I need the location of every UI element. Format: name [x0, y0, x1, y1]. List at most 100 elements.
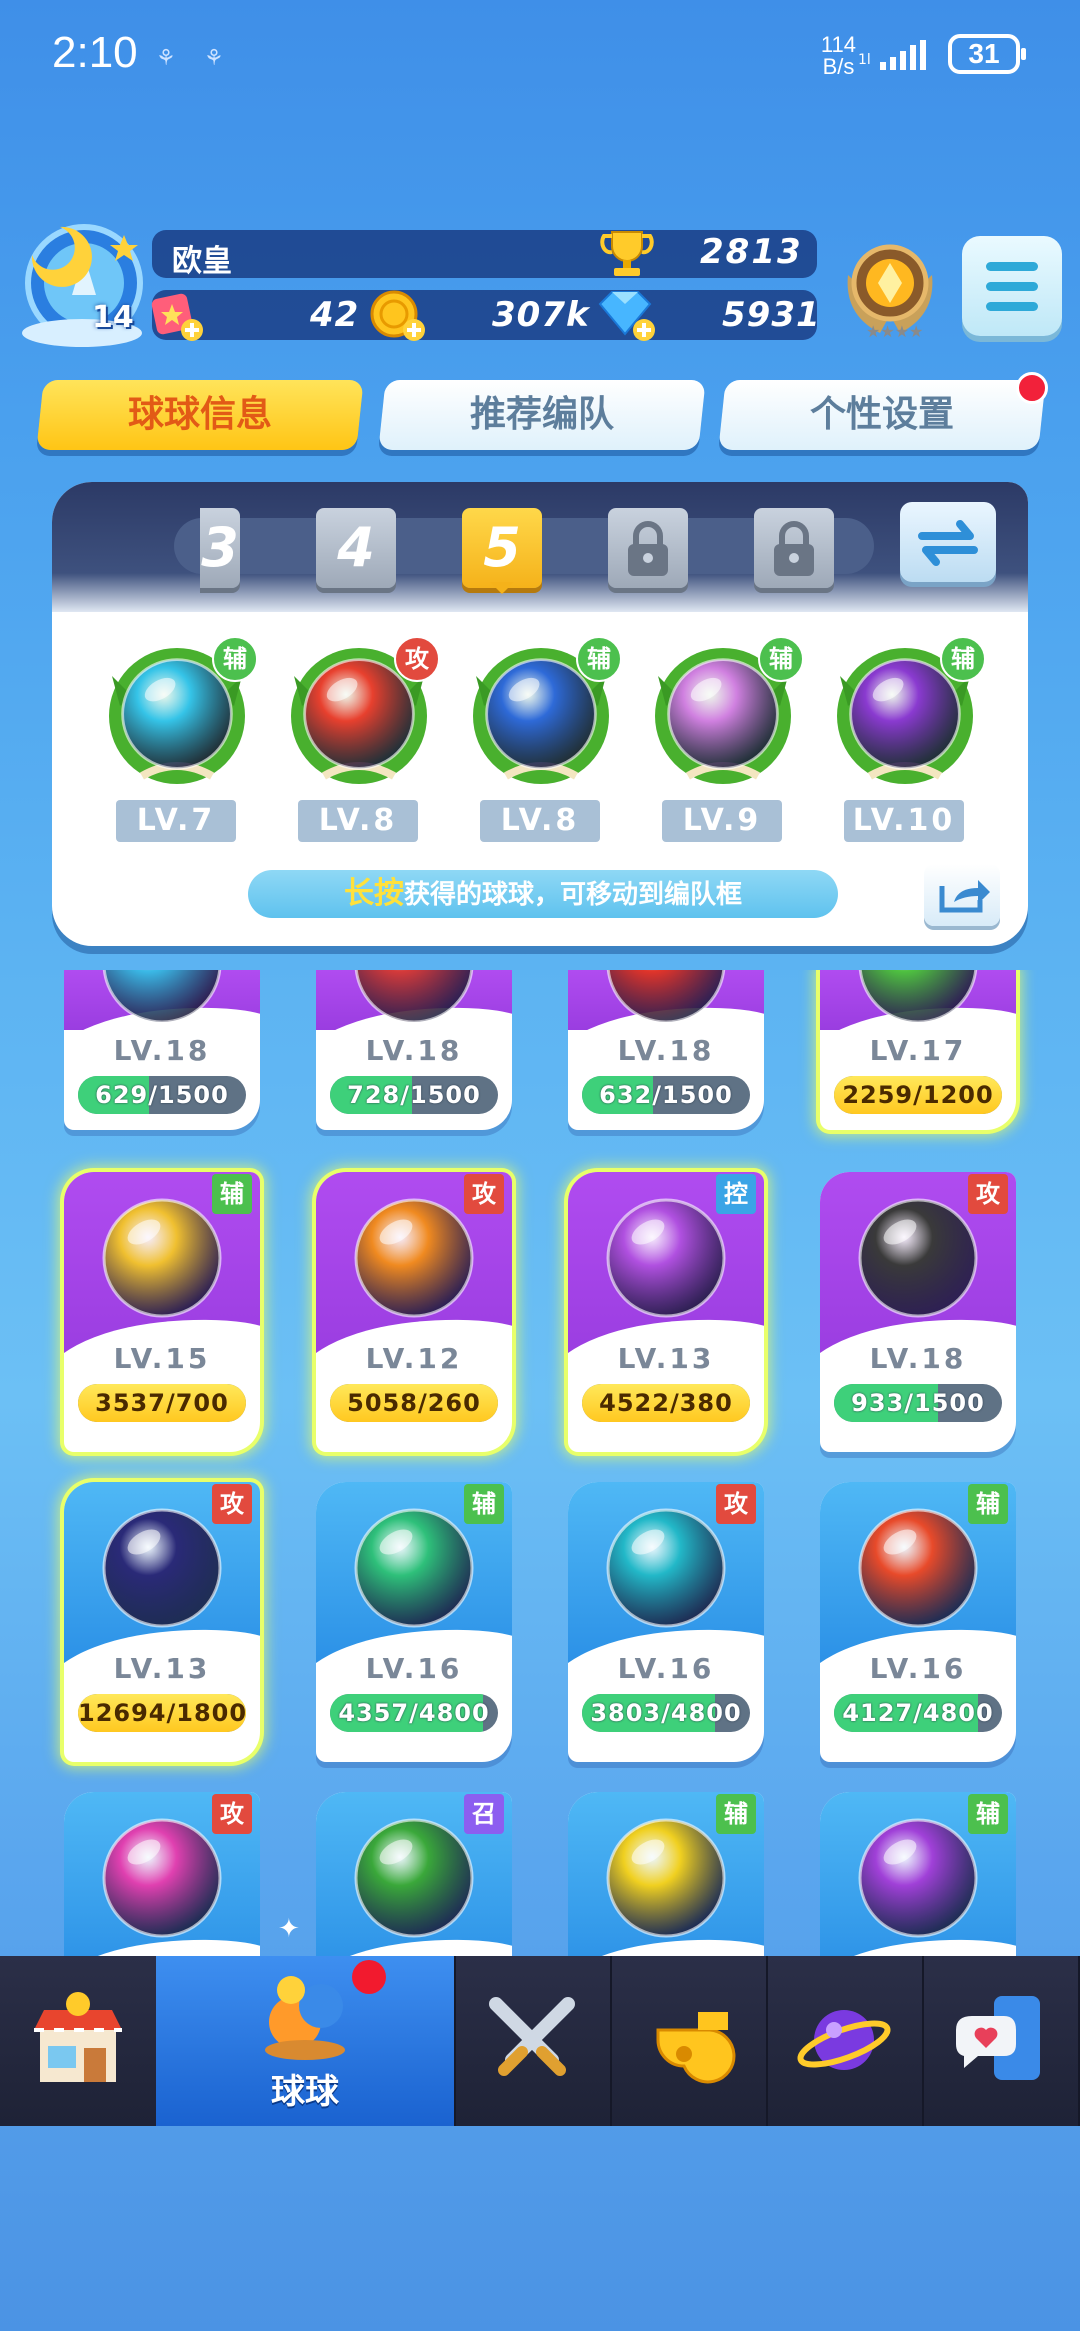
- card-level: LV.18: [365, 1034, 463, 1067]
- balls-icon: [265, 1976, 345, 2060]
- shop-icon: [34, 1992, 122, 2082]
- tab-recommended-team[interactable]: 推荐编队: [378, 380, 706, 450]
- card-level: LV.18: [869, 1342, 967, 1375]
- team-member-level: LV.10: [844, 800, 964, 842]
- ticket-plus-icon[interactable]: [148, 288, 206, 344]
- ball-card[interactable]: 辅: [820, 1792, 1016, 1960]
- ball-card[interactable]: 攻: [64, 1792, 260, 1960]
- nav-item-whistle[interactable]: [610, 1956, 768, 2126]
- card-level: LV.18: [113, 1034, 211, 1067]
- role-tag: 辅: [464, 1484, 504, 1524]
- team-member-level: LV.7: [116, 800, 236, 842]
- card-progress-bar: 4357/4800: [330, 1694, 498, 1732]
- ticket-count: 42: [310, 295, 360, 335]
- trophy-count: 2813: [700, 232, 803, 272]
- role-tag: 攻: [212, 1484, 252, 1524]
- ball-card[interactable]: LV.18 629/1500: [64, 970, 260, 1130]
- planet-icon: [797, 2010, 891, 2070]
- role-tag: 辅: [212, 636, 258, 682]
- rank-badge-icon[interactable]: ★★★★: [840, 235, 940, 345]
- team-slot-5[interactable]: 5: [462, 508, 542, 594]
- whistle-icon: [656, 2012, 736, 2084]
- team-member[interactable]: 辅: [466, 636, 622, 786]
- role-tag: 控: [716, 1174, 756, 1214]
- ball-card[interactable]: 召: [316, 1792, 512, 1960]
- tab-personal-settings[interactable]: 个性设置: [718, 380, 1046, 450]
- swap-button[interactable]: [900, 502, 996, 582]
- nav-item-crossed-swords[interactable]: [454, 1956, 612, 2126]
- nav-item-shop[interactable]: [0, 1956, 158, 2126]
- team-member[interactable]: 辅: [648, 636, 804, 786]
- card-progress-text: 12694/1800: [78, 1699, 246, 1727]
- svg-text:★★★★: ★★★★: [866, 322, 923, 341]
- scythe-ball-icon: [858, 1198, 978, 1318]
- sp-ball-icon: [858, 1818, 978, 1938]
- card-level: LV.13: [113, 1652, 211, 1685]
- drag-hint: 长按获得的球球，可移动到编队框: [248, 870, 838, 918]
- ball-card[interactable]: 攻 LV.16 3803/4800: [568, 1482, 764, 1762]
- blade-ball-icon: [606, 970, 726, 1024]
- team-panel: 3 4 5 辅 LV.7 攻 LV.8 辅 LV.8 辅 LV.9 辅 LV.10 长按获得的球球…: [52, 482, 1028, 946]
- team-slot-4[interactable]: 4: [316, 508, 396, 588]
- lock-icon[interactable]: [608, 508, 688, 588]
- tab-label: 球球信息: [127, 394, 272, 435]
- menu-button[interactable]: [962, 236, 1062, 336]
- player-name[interactable]: 欧皇: [172, 236, 232, 280]
- wave-ball-icon: [102, 970, 222, 1024]
- team-slot-3[interactable]: 3: [200, 508, 240, 588]
- card-progress-text: 4522/380: [599, 1389, 733, 1417]
- ball-card[interactable]: LV.18 728/1500: [316, 970, 512, 1130]
- coin-plus-icon[interactable]: [366, 286, 428, 344]
- team-member[interactable]: 辅: [102, 636, 258, 786]
- tab-ball-info[interactable]: 球球信息: [36, 380, 364, 450]
- card-progress-bar: 4522/380: [582, 1384, 750, 1422]
- green-ball-icon: [858, 970, 978, 1024]
- ball-collection-grid: LV.18 629/1500 LV.18 728/1500 LV.18 632/1500 L…: [0, 970, 1080, 1960]
- card-progress-text: 933/1500: [851, 1389, 985, 1417]
- gem-count: 5931: [722, 295, 821, 335]
- swap-icon: [918, 520, 978, 566]
- svg-text:1l: 1l: [858, 52, 871, 68]
- share-button[interactable]: [924, 864, 1000, 926]
- ball-card[interactable]: LV.17 2259/1200: [820, 970, 1016, 1130]
- nav-item-balls[interactable]: 球球: [156, 1956, 456, 2126]
- trophy-icon: [600, 231, 654, 276]
- bottom-nav: 球球: [0, 1956, 1080, 2126]
- team-member-level: LV.8: [480, 800, 600, 842]
- role-tag: 辅: [968, 1794, 1008, 1834]
- player-level: 14: [92, 300, 134, 335]
- ball-card[interactable]: 控 LV.13 4522/380: [568, 1172, 764, 1452]
- card-progress-text: 728/1500: [347, 1081, 481, 1109]
- sparkle-icon: ✦: [278, 1914, 300, 1944]
- ball-card[interactable]: 攻 LV.13 12694/1800: [64, 1482, 260, 1762]
- card-progress-text: 5058/260: [347, 1389, 481, 1417]
- team-member-level: LV.8: [298, 800, 418, 842]
- ball-card[interactable]: 攻 LV.18 933/1500: [820, 1172, 1016, 1452]
- team-member[interactable]: 攻: [284, 636, 440, 786]
- ball-card[interactable]: LV.18 632/1500: [568, 970, 764, 1130]
- staff-ball-icon: [354, 1198, 474, 1318]
- network-speed-value: 114: [820, 32, 856, 57]
- nav-item-chat-phone[interactable]: [922, 1956, 1080, 2126]
- ball-card[interactable]: 辅 LV.16 4357/4800: [316, 1482, 512, 1762]
- role-tag: 攻: [212, 1794, 252, 1834]
- nav-item-planet[interactable]: [766, 1956, 924, 2126]
- ball-card[interactable]: 辅 LV.15 3537/700: [64, 1172, 260, 1452]
- ball-card[interactable]: 攻 LV.12 5058/260: [316, 1172, 512, 1452]
- mouth-ball-icon: [354, 970, 474, 1024]
- lock-icon[interactable]: [754, 508, 834, 588]
- ball-card[interactable]: 辅 LV.16 4127/4800: [820, 1482, 1016, 1762]
- card-progress-bar: 632/1500: [582, 1076, 750, 1114]
- card-progress-text: 2259/1200: [842, 1081, 994, 1109]
- role-tag: 召: [464, 1794, 504, 1834]
- card-level: LV.18: [617, 1034, 715, 1067]
- team-member-level: LV.9: [662, 800, 782, 842]
- ball-card[interactable]: 辅: [568, 1792, 764, 1960]
- share-icon: [939, 880, 990, 913]
- coin-count: 307k: [492, 295, 590, 335]
- team-member[interactable]: 辅: [830, 636, 986, 786]
- card-level: LV.16: [869, 1652, 967, 1685]
- card-progress-bar: 3537/700: [78, 1384, 246, 1422]
- resource-bar: [152, 290, 817, 340]
- gem-plus-icon[interactable]: [594, 286, 658, 344]
